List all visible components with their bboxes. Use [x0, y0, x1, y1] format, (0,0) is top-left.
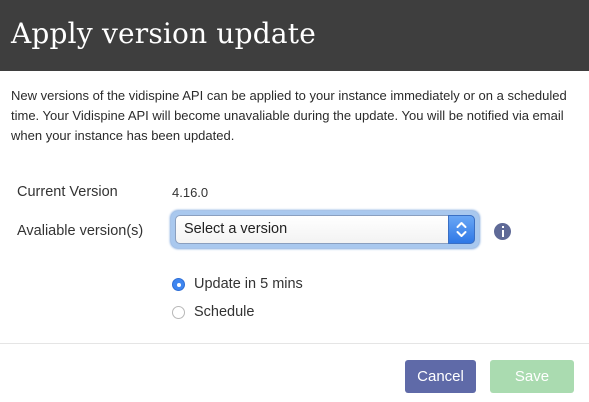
cancel-button[interactable]: Cancel	[405, 360, 476, 393]
apply-version-update-dialog: Apply version update New versions of the…	[0, 0, 589, 402]
radio-unchecked-indicator[interactable]	[172, 306, 185, 319]
dialog-header: Apply version update	[0, 0, 589, 71]
version-select-focus-ring: Select a version	[171, 211, 479, 248]
dialog-title: Apply version update	[11, 17, 317, 50]
footer-divider	[0, 343, 589, 344]
radio-checked-indicator[interactable]	[172, 278, 185, 291]
current-version-value: 4.16.0	[172, 185, 209, 200]
version-select-value: Select a version	[184, 221, 288, 237]
version-select[interactable]: Select a version	[175, 215, 475, 244]
info-icon[interactable]	[494, 223, 511, 240]
dialog-description: New versions of the vidispine API can be…	[11, 88, 567, 143]
save-button[interactable]: Save	[490, 360, 574, 393]
radio-schedule-label: Schedule	[194, 304, 255, 320]
chevron-up-down-icon	[448, 215, 475, 244]
radio-update-in-5-mins-label: Update in 5 mins	[194, 276, 303, 292]
current-version-label: Current Version	[17, 184, 118, 200]
available-versions-label: Avaliable version(s)	[17, 223, 144, 239]
